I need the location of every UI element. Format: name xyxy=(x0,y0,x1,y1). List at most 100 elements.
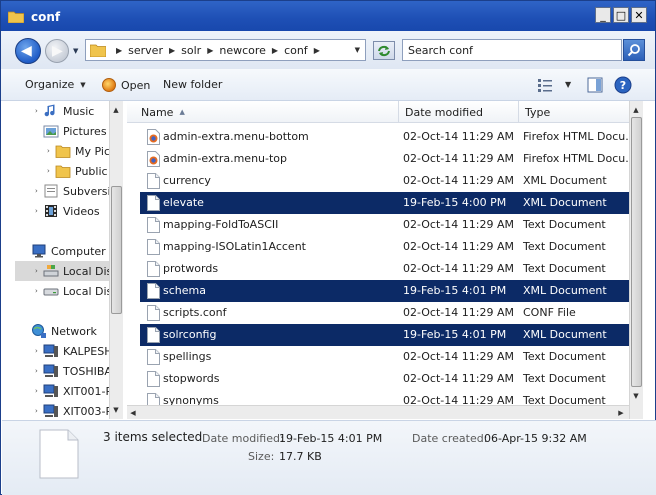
chevron-right-icon[interactable]: ▶ xyxy=(169,46,175,55)
chevron-right-icon[interactable]: › xyxy=(35,347,43,355)
scroll-down-icon[interactable]: ▼ xyxy=(630,389,642,403)
chevron-right-icon[interactable]: › xyxy=(35,187,43,195)
chevron-right-icon[interactable]: › xyxy=(35,107,43,115)
nav-item-kalpesh[interactable]: › KALPESH xyxy=(15,341,123,361)
breadcrumb-server[interactable]: server xyxy=(128,44,163,57)
organize-label: Organize xyxy=(25,78,75,91)
file-date-modified: 02-Oct-14 11:29 AM xyxy=(403,372,514,385)
nav-item-network[interactable]: Network xyxy=(15,321,123,341)
nav-item-label: Network xyxy=(51,324,97,338)
file-date-modified: 02-Oct-14 11:29 AM xyxy=(403,174,514,187)
column-header-type[interactable]: Type xyxy=(519,101,629,123)
nav-item-xit003[interactable]: › XIT003-P xyxy=(15,401,123,419)
scroll-down-icon[interactable]: ▼ xyxy=(110,403,122,417)
chevron-right-icon[interactable]: ▶ xyxy=(116,46,122,55)
maximize-button[interactable]: □ xyxy=(613,7,629,23)
table-row[interactable]: elevate 19-Feb-15 4:00 PM XML Document xyxy=(140,192,629,214)
table-row[interactable]: admin-extra.menu-top 02-Oct-14 11:29 AM Fi… xyxy=(140,148,629,170)
file-type: Firefox HTML Docu... xyxy=(523,152,629,165)
breadcrumb-conf[interactable]: conf xyxy=(284,44,308,57)
table-row[interactable]: stopwords 02-Oct-14 11:29 AM Text Document xyxy=(140,368,629,390)
view-options-dropdown-icon[interactable]: ▼ xyxy=(565,80,571,89)
nav-item-my-pictures[interactable]: › My Pict xyxy=(15,141,123,161)
table-row[interactable]: mapping-FoldToASCII 02-Oct-14 11:29 AM Tex… xyxy=(140,214,629,236)
pc-icon xyxy=(43,404,58,417)
scroll-right-icon[interactable]: ▶ xyxy=(615,406,627,420)
new-folder-label: New folder xyxy=(163,78,223,91)
nav-item-toshiba[interactable]: › TOSHIBA xyxy=(15,361,123,381)
open-button[interactable]: Open xyxy=(102,78,150,92)
recent-pages-dropdown-icon[interactable]: ▼ xyxy=(73,47,78,55)
file-name: currency xyxy=(163,174,211,187)
forward-button[interactable]: ▶ xyxy=(45,39,69,63)
chevron-right-icon[interactable]: › xyxy=(47,167,55,175)
breadcrumb-solr[interactable]: solr xyxy=(181,44,201,57)
search-input[interactable]: Search conf xyxy=(402,39,622,61)
table-row[interactable]: protwords 02-Oct-14 11:29 AM Text Document xyxy=(140,258,629,280)
nav-item-computer[interactable]: Computer xyxy=(15,241,123,261)
chevron-right-icon[interactable]: › xyxy=(35,207,43,215)
scroll-left-icon[interactable]: ◀ xyxy=(127,406,139,420)
table-row[interactable]: mapping-ISOLatin1Accent 02-Oct-14 11:29 A… xyxy=(140,236,629,258)
view-list-icon[interactable] xyxy=(537,78,553,92)
preview-pane-icon[interactable] xyxy=(587,77,603,93)
folder-icon xyxy=(55,145,71,158)
scroll-up-icon[interactable]: ▲ xyxy=(110,103,122,117)
table-row[interactable]: scripts.conf 02-Oct-14 11:29 AM CONF File xyxy=(140,302,629,324)
nav-item-subversion[interactable]: › Subversio xyxy=(15,181,123,201)
chevron-right-icon[interactable]: ▶ xyxy=(314,46,320,55)
file-type: XML Document xyxy=(523,284,607,297)
address-bar[interactable]: ▶ server ▶ solr ▶ newcore ▶ conf ▶ ▼ xyxy=(85,39,366,61)
chevron-right-icon[interactable]: › xyxy=(47,147,55,155)
help-icon[interactable]: ? xyxy=(614,76,632,94)
table-row[interactable]: schema 19-Feb-15 4:01 PM XML Document xyxy=(140,280,629,302)
nav-item-public-pictures[interactable]: › Public P xyxy=(15,161,123,181)
scrollbar-thumb[interactable] xyxy=(631,117,642,387)
navigation-pane-scrollbar[interactable]: ▲ ▼ xyxy=(109,101,123,419)
column-header-name[interactable]: Name ▲ xyxy=(135,101,399,123)
refresh-button[interactable] xyxy=(373,41,395,60)
chevron-right-icon[interactable]: ▶ xyxy=(207,46,213,55)
nav-item-xit001[interactable]: › XIT001-P xyxy=(15,381,123,401)
chevron-right-icon[interactable]: › xyxy=(35,387,43,395)
chevron-right-icon[interactable]: › xyxy=(35,367,43,375)
breadcrumb-newcore[interactable]: newcore xyxy=(219,44,266,57)
chevron-right-icon[interactable]: ▶ xyxy=(272,46,278,55)
table-row[interactable]: currency 02-Oct-14 11:29 AM XML Document xyxy=(140,170,629,192)
nav-item-local-disk-d[interactable]: › Local Disk xyxy=(15,281,123,301)
address-dropdown-icon[interactable]: ▼ xyxy=(355,46,360,54)
file-icon xyxy=(147,349,160,365)
nav-item-music[interactable]: › Music xyxy=(15,101,123,121)
chevron-right-icon[interactable]: › xyxy=(35,287,43,295)
navigation-pane: › Music Pictures › My Pict › Public P › … xyxy=(15,101,123,419)
table-row[interactable]: admin-extra.menu-bottom 02-Oct-14 11:29 A… xyxy=(140,126,629,148)
svg-text:?: ? xyxy=(620,79,626,92)
file-type: Text Document xyxy=(523,350,606,363)
column-header-date-modified[interactable]: Date modified xyxy=(399,101,519,123)
nav-item-local-disk-c[interactable]: › Local Disk xyxy=(15,261,123,281)
chevron-right-icon[interactable]: › xyxy=(35,407,43,415)
scroll-up-icon[interactable]: ▲ xyxy=(630,103,642,117)
scrollbar-thumb[interactable] xyxy=(111,186,122,314)
nav-item-pictures[interactable]: Pictures xyxy=(15,121,123,141)
close-button[interactable]: ✕ xyxy=(631,7,647,23)
new-folder-button[interactable]: New folder xyxy=(163,78,222,91)
organize-button[interactable]: Organize ▼ xyxy=(25,78,86,91)
date-modified-value: 19-Feb-15 4:01 PM xyxy=(279,432,383,445)
file-date-modified: 02-Oct-14 11:29 AM xyxy=(403,350,514,363)
table-row[interactable]: solrconfig 19-Feb-15 4:01 PM XML Document xyxy=(140,324,629,346)
search-button[interactable] xyxy=(623,39,645,61)
file-type: Text Document xyxy=(523,372,606,385)
file-list-scrollbar[interactable]: ▲ ▼ xyxy=(629,101,643,419)
file-name: elevate xyxy=(163,196,204,209)
nav-item-videos[interactable]: › Videos xyxy=(15,201,123,221)
file-type: XML Document xyxy=(523,174,607,187)
table-row[interactable]: spellings 02-Oct-14 11:29 AM Text Document xyxy=(140,346,629,368)
title-bar[interactable]: conf _ □ ✕ xyxy=(1,1,655,31)
minimize-button[interactable]: _ xyxy=(595,7,611,23)
chevron-right-icon[interactable]: › xyxy=(35,267,43,275)
nav-item-label: Music xyxy=(63,104,95,118)
folder-icon xyxy=(55,165,71,178)
back-button[interactable]: ◀ xyxy=(15,38,41,64)
horizontal-scrollbar[interactable]: ◀ ▶ xyxy=(127,405,629,419)
